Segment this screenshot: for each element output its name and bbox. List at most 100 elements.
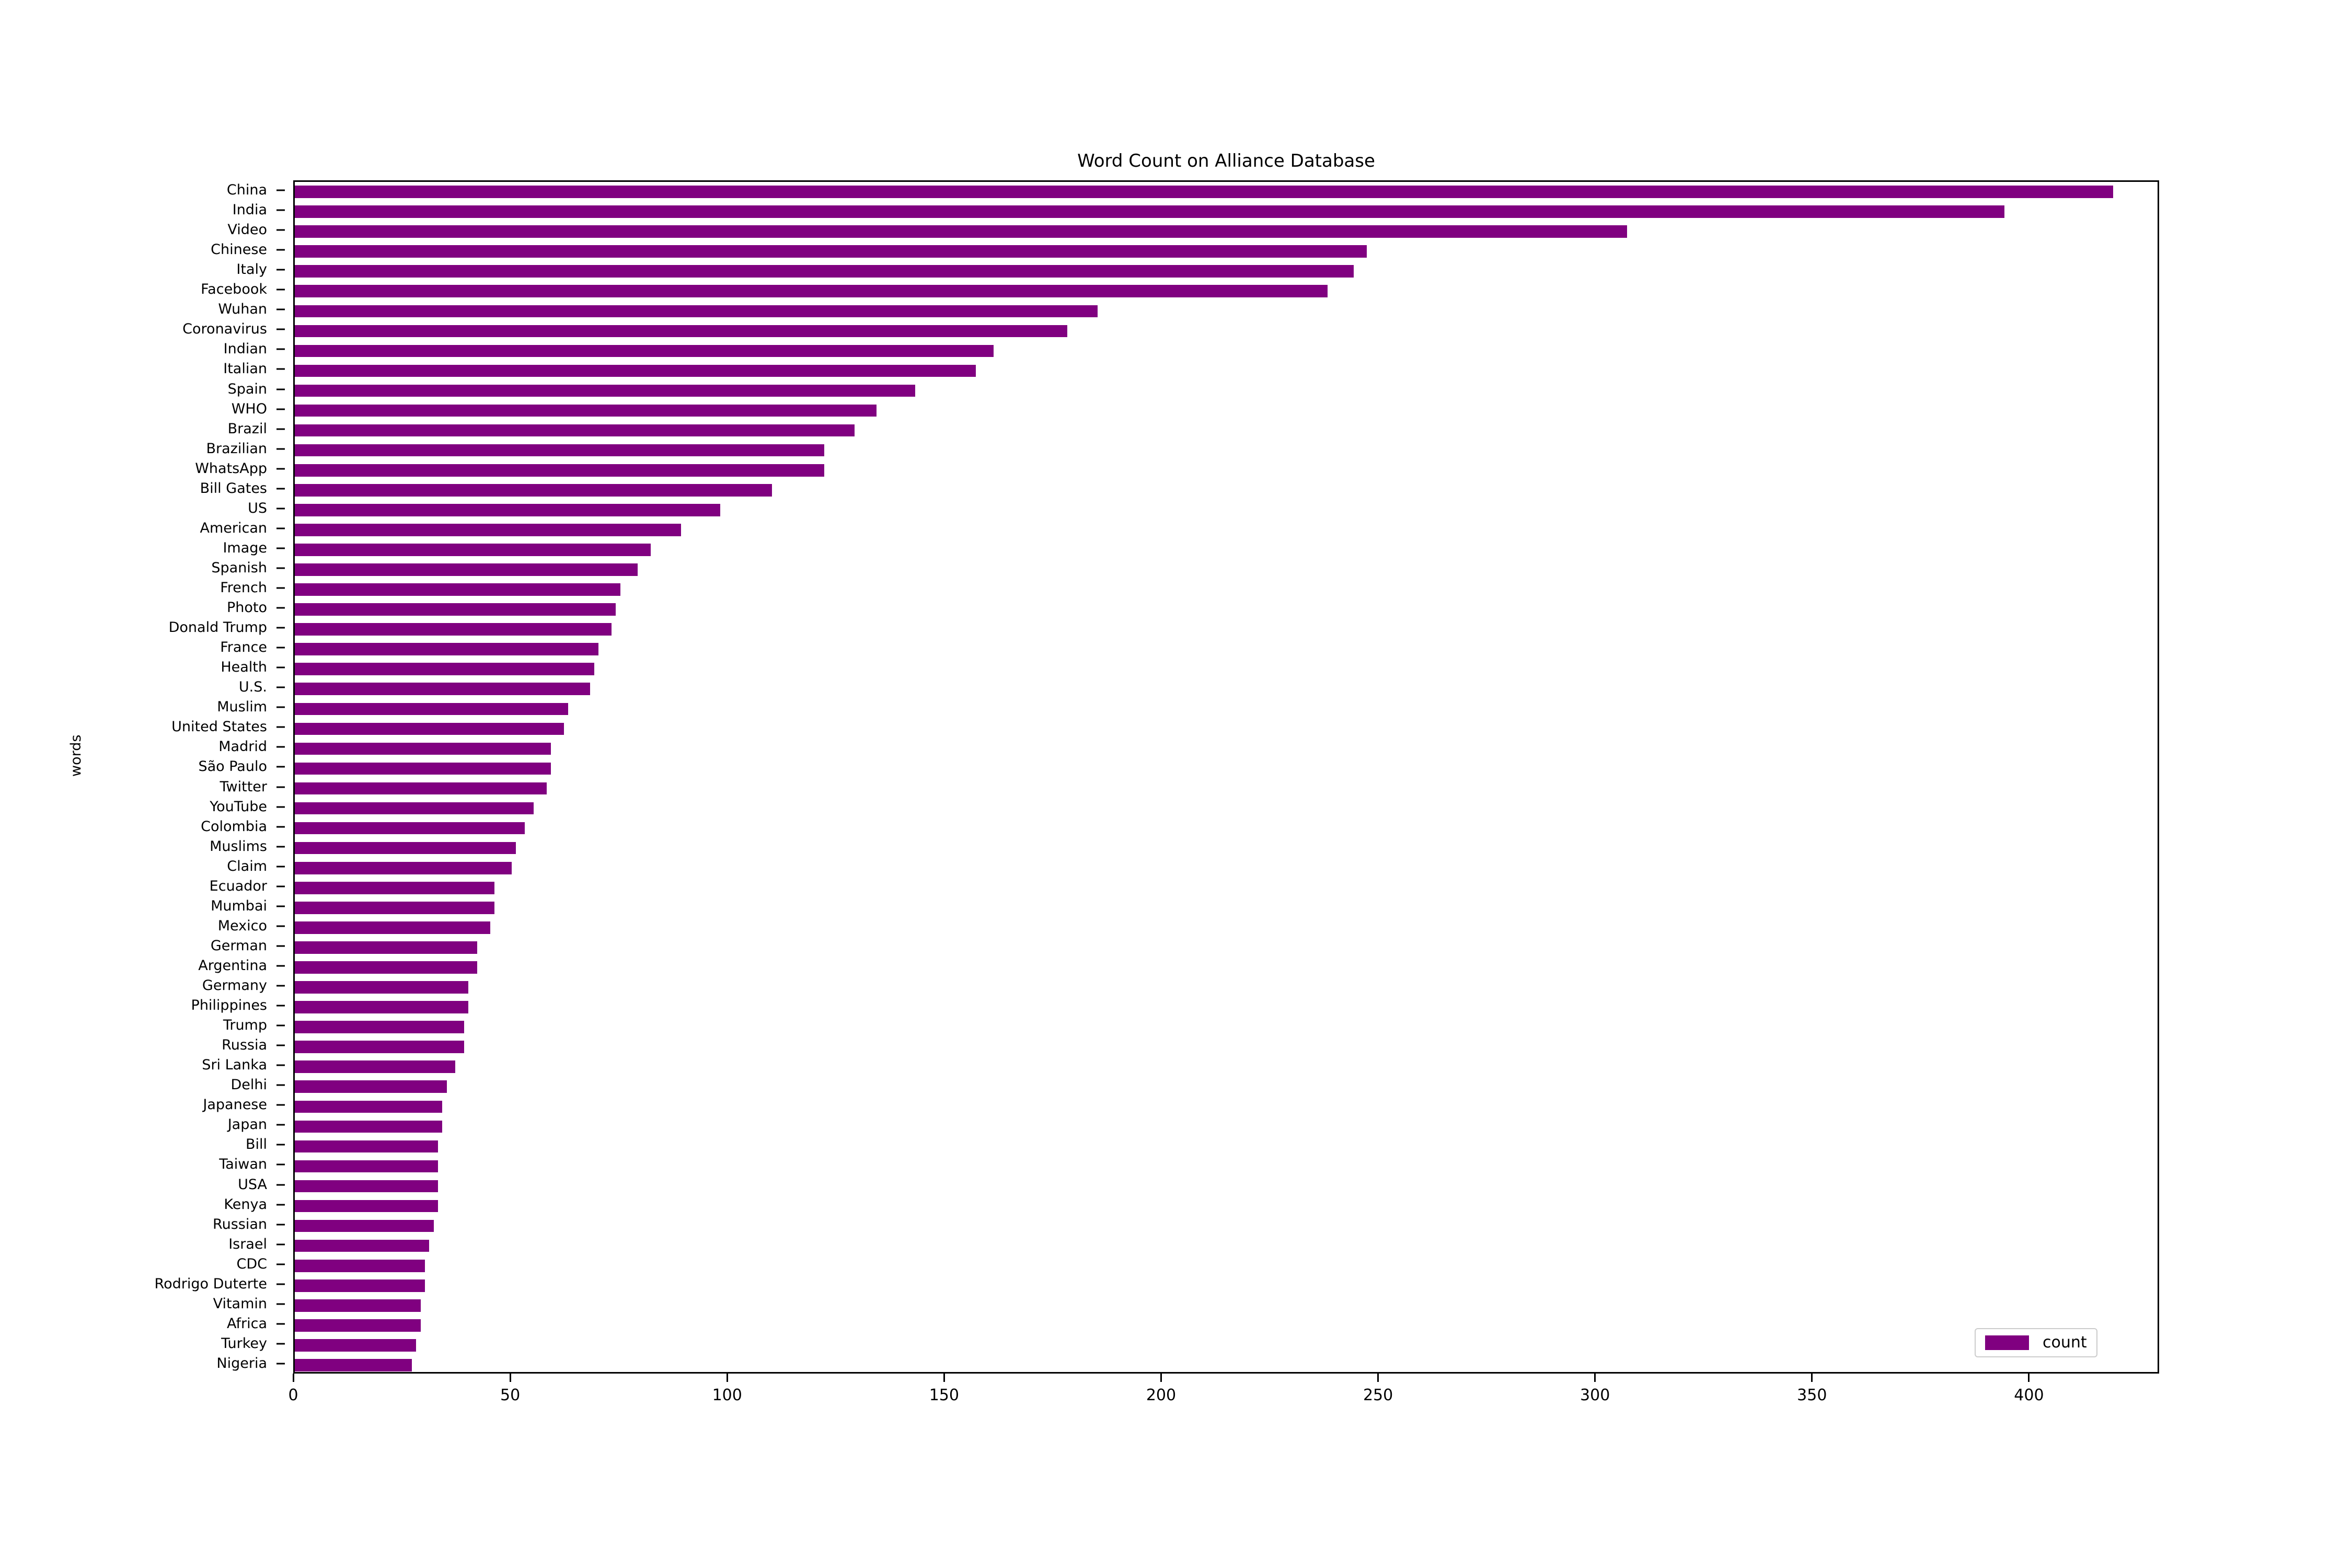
y-tick-label: Mumbai [211, 897, 267, 914]
bar-row [295, 861, 2158, 874]
y-tick-mark [276, 1144, 285, 1146]
y-tick-label: Kenya [224, 1196, 267, 1213]
bar-bill [295, 1140, 438, 1153]
bar-s-o-paulo [295, 762, 551, 775]
y-tick-label: Spain [227, 381, 267, 397]
bar-row [295, 1299, 2158, 1312]
bar-row [295, 1041, 2158, 1053]
bar-row [295, 1120, 2158, 1133]
bar-wuhan [295, 305, 1098, 318]
bar-russian [295, 1219, 434, 1232]
bar-image [295, 544, 651, 556]
bar-row [295, 483, 2158, 497]
y-tick-label: USA [238, 1176, 267, 1193]
y-tick-mark [276, 746, 285, 748]
bar-brazil [295, 424, 855, 437]
bar-row [295, 663, 2158, 675]
plot-area [293, 180, 2159, 1374]
bar-row [295, 643, 2158, 655]
y-tick-label: US [248, 500, 267, 516]
y-tick-label: São Paulo [198, 758, 267, 775]
bar-africa [295, 1319, 421, 1332]
bar-row [295, 1239, 2158, 1252]
y-tick-label: Health [221, 659, 267, 676]
bar-row [295, 524, 2158, 536]
bar-row [295, 1339, 2158, 1352]
bar-row [295, 1060, 2158, 1073]
bar-photo [295, 603, 616, 616]
y-tick-label: Mexico [217, 917, 267, 934]
bar-mexico [295, 921, 490, 934]
y-tick-label: Colombia [201, 818, 267, 835]
bar-muslims [295, 841, 516, 855]
bar-row [295, 921, 2158, 934]
bar-row [295, 1001, 2158, 1013]
y-tick-label: Philippines [191, 997, 267, 1014]
y-tick-label: Rodrigo Duterte [154, 1275, 267, 1292]
bar-trump [295, 1021, 464, 1033]
bar-nigeria [295, 1359, 412, 1371]
x-tick-mark [292, 1374, 294, 1382]
y-tick-label: Spanish [211, 559, 267, 576]
y-tick-mark [276, 1224, 285, 1226]
y-tick-mark [276, 587, 285, 589]
y-tick-label: Sri Lanka [202, 1057, 267, 1074]
y-tick-label: Facebook [201, 281, 267, 298]
bar-sri-lanka [295, 1060, 456, 1073]
y-tick-mark [276, 806, 285, 808]
y-tick-label: Russia [222, 1037, 267, 1054]
figure-canvas: Word Count on Alliance Database words Ch… [0, 0, 2352, 1568]
y-tick-label: Claim [227, 858, 267, 874]
y-tick-label: French [220, 580, 267, 596]
x-tick-mark [2028, 1374, 2030, 1382]
bar-row [295, 1021, 2158, 1033]
y-tick-mark [276, 189, 285, 191]
bar-row [295, 722, 2158, 735]
y-tick-label: Donald Trump [168, 619, 267, 636]
y-tick-label: Twitter [220, 778, 268, 795]
y-tick-mark [276, 527, 285, 529]
y-tick-label: United States [171, 719, 267, 735]
y-tick-label: YouTube [210, 798, 267, 815]
y-tick-mark [276, 348, 285, 350]
y-tick-label: Japanese [203, 1097, 267, 1113]
x-tick-label: 400 [2014, 1386, 2044, 1404]
bar-row [295, 404, 2158, 417]
y-tick-label: Argentina [198, 957, 267, 974]
x-tick-label: 200 [1146, 1386, 1177, 1404]
y-tick-mark [276, 1044, 285, 1046]
y-tick-label: Brazilian [206, 440, 267, 457]
y-tick-label: Italian [223, 361, 267, 377]
bars-layer [295, 182, 2158, 1372]
bar-delhi [295, 1080, 447, 1093]
bar-bill-gates [295, 483, 773, 497]
bar-row [295, 1180, 2158, 1193]
x-tick-mark [1377, 1374, 1379, 1382]
bar-row [295, 186, 2158, 198]
x-axis-tick-group: 0 50 100 150 200 250 300 350 400 [288, 1374, 2159, 1431]
y-tick-mark [276, 488, 285, 490]
y-tick-mark [276, 1323, 285, 1325]
x-tick-mark [509, 1374, 511, 1382]
bar-ecuador [295, 881, 494, 894]
y-tick-mark [276, 209, 285, 211]
y-tick-label: Madrid [218, 739, 267, 755]
bar-row [295, 205, 2158, 218]
y-tick-label: Image [223, 539, 267, 556]
bar-row [295, 1200, 2158, 1213]
bar-row [295, 683, 2158, 696]
y-tick-mark [276, 885, 285, 887]
bar-row [295, 1219, 2158, 1232]
bar-row [295, 444, 2158, 457]
y-tick-mark [276, 468, 285, 470]
bar-turkey [295, 1339, 417, 1352]
y-tick-mark [276, 408, 285, 410]
y-tick-label: WHO [231, 400, 267, 417]
bar-china [295, 186, 2113, 198]
y-tick-mark [276, 1363, 285, 1365]
x-tick-label: 0 [288, 1386, 298, 1404]
bar-twitter [295, 782, 547, 795]
y-tick-label: Russian [213, 1216, 267, 1232]
bar-us [295, 504, 720, 516]
y-tick-mark [276, 866, 285, 868]
